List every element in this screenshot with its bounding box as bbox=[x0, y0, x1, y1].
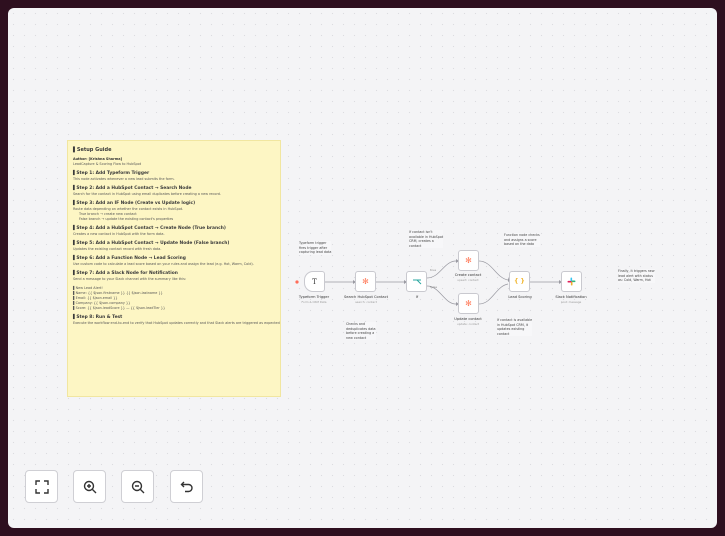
node-if[interactable] bbox=[406, 271, 427, 292]
note-search: Checks and deduplicates data before creati… bbox=[346, 322, 376, 341]
hubspot-icon: ✻ bbox=[465, 256, 472, 265]
node-typeform-trigger[interactable]: T bbox=[304, 271, 325, 292]
node-update-contact[interactable]: ✻ bbox=[458, 293, 479, 314]
node-slack-notification[interactable] bbox=[561, 271, 582, 292]
fit-view-button[interactable] bbox=[25, 470, 58, 503]
zoom-in-icon bbox=[83, 480, 96, 493]
note-update: If contact is available in HubSpot CRM, i… bbox=[497, 318, 533, 337]
node-label-create: Create contact bbox=[454, 273, 482, 277]
note-scoring: Function node checks and assigns a score b… bbox=[504, 233, 540, 247]
hubspot-icon: ✻ bbox=[362, 277, 369, 286]
zoom-in-button[interactable] bbox=[73, 470, 106, 503]
typeform-icon: T bbox=[312, 277, 317, 286]
edge-update-scoring bbox=[478, 283, 509, 305]
note-create: If contact isn't available in HubSpot CRM,… bbox=[409, 230, 444, 249]
workflow-canvas[interactable]: ▌Setup Guide Author: [Krishna Sharma] Le… bbox=[8, 8, 717, 528]
slack-icon bbox=[567, 277, 576, 286]
note-typeform: Typeform trigger fires trigger after captu… bbox=[299, 241, 332, 255]
reset-zoom-button[interactable] bbox=[170, 470, 203, 503]
node-label-if: If bbox=[415, 295, 419, 299]
trigger-indicator bbox=[295, 280, 299, 284]
node-label-typeform: Typeform Trigger bbox=[298, 295, 330, 299]
if-icon bbox=[412, 279, 421, 284]
note-slack: Finally, it triggers new lead alert with … bbox=[618, 269, 655, 283]
node-lead-scoring[interactable]: { } bbox=[509, 271, 530, 292]
branch-label-true: true bbox=[430, 268, 436, 272]
zoom-out-icon bbox=[131, 480, 144, 493]
undo-icon bbox=[180, 481, 193, 492]
node-create-contact[interactable]: ✻ bbox=[458, 250, 479, 271]
workflow-connections: true false bbox=[295, 259, 562, 306]
code-icon: { } bbox=[514, 278, 525, 285]
branch-label-false: false bbox=[430, 285, 437, 289]
node-search-hubspot-contact[interactable]: ✻ bbox=[355, 271, 376, 292]
fit-view-icon bbox=[34, 479, 49, 494]
node-label-slack: Slack Notification bbox=[555, 295, 587, 299]
node-label-update: Update contact bbox=[454, 317, 482, 321]
hubspot-icon: ✻ bbox=[465, 299, 472, 308]
zoom-out-button[interactable] bbox=[121, 470, 154, 503]
